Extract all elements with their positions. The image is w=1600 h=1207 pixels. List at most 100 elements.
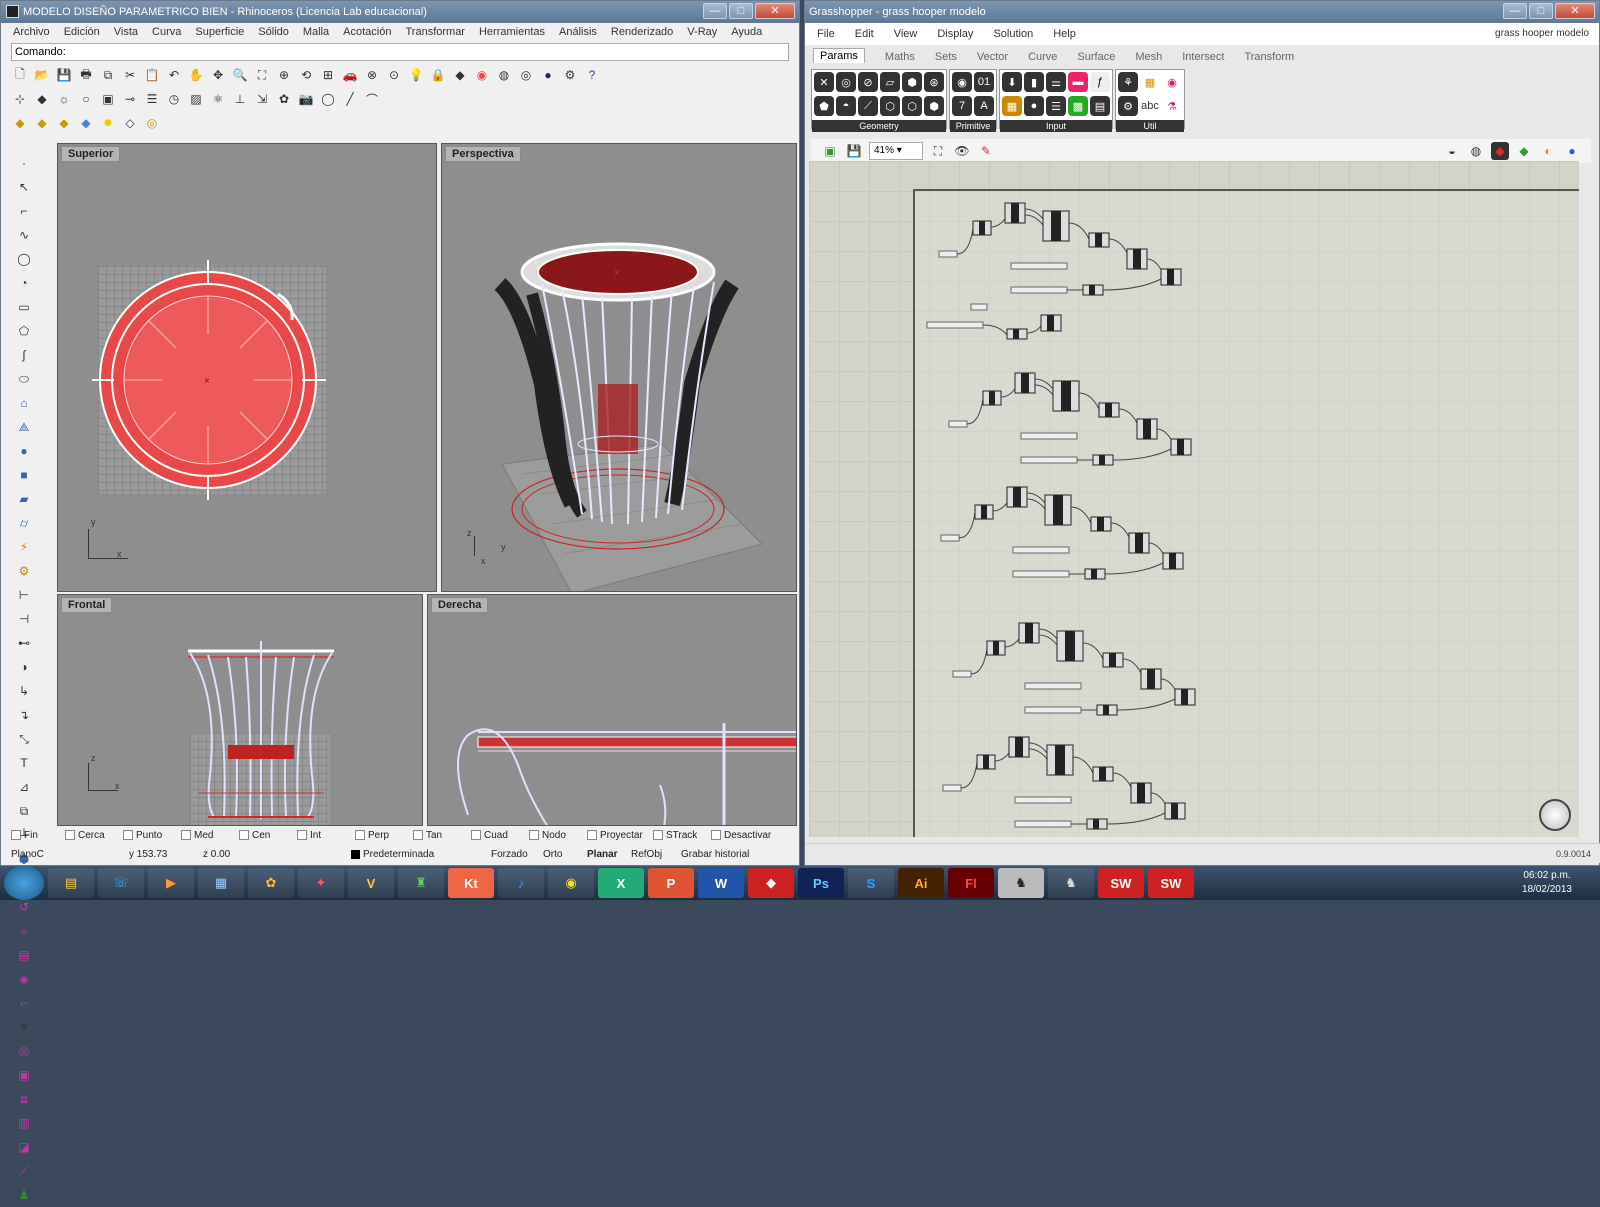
properties-icon[interactable]: ☰ bbox=[143, 90, 161, 108]
trim-icon[interactable]: ⊢ bbox=[15, 586, 33, 604]
vray-sphere-icon[interactable]: ◎ bbox=[143, 114, 161, 132]
taskbar-solidworks-2[interactable]: SW bbox=[1148, 868, 1194, 898]
gh-param-boolean-icon[interactable]: ◉ bbox=[952, 72, 972, 92]
ring-icon[interactable]: ◯ bbox=[319, 90, 337, 108]
gh-input-gradient-icon[interactable]: ▬ bbox=[1068, 72, 1088, 92]
text-icon[interactable]: T bbox=[15, 754, 33, 772]
link-icon[interactable]: ⊸ bbox=[121, 90, 139, 108]
transform-icon[interactable]: ⇲ bbox=[253, 90, 271, 108]
mesh-tool-11-icon[interactable]: ▥ bbox=[15, 1114, 33, 1132]
gh-util-data-icon[interactable]: ⚙ bbox=[1118, 96, 1138, 116]
gh-param-point-icon[interactable]: ⬡ bbox=[902, 96, 922, 116]
gh-util-sketch-icon[interactable]: ◉ bbox=[1162, 72, 1182, 92]
taskbar-media[interactable]: ▶ bbox=[148, 868, 194, 898]
mesh-tool-5-icon[interactable]: ◈ bbox=[15, 970, 33, 988]
gh-param-curve-icon[interactable]: ⊘ bbox=[858, 72, 878, 92]
box-tool-icon[interactable]: ■ bbox=[15, 466, 33, 484]
menu-curva[interactable]: Curva bbox=[152, 23, 181, 41]
taskbar-app-5[interactable]: ✿ bbox=[248, 868, 294, 898]
tab-maths[interactable]: Maths bbox=[885, 51, 915, 63]
viewport-right[interactable]: Derecha bbox=[427, 594, 797, 826]
menu-malla[interactable]: Malla bbox=[303, 23, 329, 41]
gh-input-toggle-icon[interactable]: ▮ bbox=[1024, 72, 1044, 92]
tab-transform[interactable]: Transform bbox=[1244, 51, 1294, 63]
fillet-icon[interactable]: ↳ bbox=[15, 682, 33, 700]
osnap-cerca[interactable]: Cerca bbox=[65, 830, 123, 841]
gh-param-plane-icon[interactable]: ▱ bbox=[880, 72, 900, 92]
gh-param-number-icon[interactable]: 7 bbox=[952, 96, 972, 116]
select-arrow-icon[interactable]: ↖ bbox=[15, 178, 33, 196]
menu-vista[interactable]: Vista bbox=[114, 23, 138, 41]
command-line[interactable]: Comando: bbox=[11, 43, 789, 61]
status-refobj[interactable]: RefObj bbox=[631, 849, 681, 860]
scale-icon[interactable]: ⤡ bbox=[15, 730, 33, 748]
vray-tag-icon[interactable]: ◇ bbox=[121, 114, 139, 132]
gh-preview-eye-icon[interactable]: 👁 bbox=[953, 142, 971, 160]
undo-icon[interactable]: ↶ bbox=[165, 66, 183, 84]
menu-analisis[interactable]: Análisis bbox=[559, 23, 597, 41]
line-icon[interactable]: ╱ bbox=[341, 90, 359, 108]
clock-icon[interactable]: ◷ bbox=[165, 90, 183, 108]
edit-point-icon[interactable]: ⚡ bbox=[15, 538, 33, 556]
polygon-icon[interactable]: ⬠ bbox=[15, 322, 33, 340]
grasshopper-titlebar[interactable]: Grasshopper - grass hooper modelo — □ ✕ bbox=[805, 1, 1599, 23]
viewport-front[interactable]: Frontal z x bbox=[57, 594, 423, 826]
gh-menu-view[interactable]: View bbox=[894, 23, 918, 45]
gh-util-cluster-icon[interactable]: ⚘ bbox=[1118, 72, 1138, 92]
menu-herramientas[interactable]: Herramientas bbox=[479, 23, 545, 41]
gh-menu-display[interactable]: Display bbox=[937, 23, 973, 45]
surface-icon[interactable]: ▨ bbox=[187, 90, 205, 108]
taskbar-itunes[interactable]: ♪ bbox=[498, 868, 544, 898]
boolean-icon[interactable]: ◑ bbox=[15, 658, 33, 676]
cut-icon[interactable]: ✂ bbox=[121, 66, 139, 84]
taskbar-vectorworks[interactable]: V bbox=[348, 868, 394, 898]
mesh-tool-4-icon[interactable]: ▤ bbox=[15, 946, 33, 964]
zoom-extents-icon[interactable]: ⊕ bbox=[275, 66, 293, 84]
osnap-punto[interactable]: Punto bbox=[123, 830, 181, 841]
curve-icon[interactable]: ∿ bbox=[15, 226, 33, 244]
gh-menu-file[interactable]: File bbox=[817, 23, 835, 45]
maximize-button[interactable]: □ bbox=[729, 3, 753, 19]
tab-params[interactable]: Params bbox=[813, 48, 865, 63]
taskbar-app-8[interactable]: ♜ bbox=[398, 868, 444, 898]
gear-tool-icon[interactable]: ⚙ bbox=[15, 562, 33, 580]
osnap-tan[interactable]: Tan bbox=[413, 830, 471, 841]
mesh-tool-3-icon[interactable]: ⟡ bbox=[15, 922, 33, 940]
gh-menu-help[interactable]: Help bbox=[1053, 23, 1076, 45]
gh-util-scribble-icon[interactable]: ▦ bbox=[1140, 72, 1160, 92]
gh-input-matrix-icon[interactable]: ▩ bbox=[1068, 96, 1088, 116]
dimension-icon[interactable]: ⊥ bbox=[231, 90, 249, 108]
layer-icon[interactable]: ◆ bbox=[451, 66, 469, 84]
taskbar-app-kt[interactable]: Kt bbox=[448, 868, 494, 898]
car-icon[interactable]: 🚗 bbox=[341, 66, 359, 84]
gh-util-abc-icon[interactable]: abc bbox=[1140, 96, 1160, 116]
viewport-label-perspective[interactable]: Perspectiva bbox=[445, 146, 521, 162]
join-icon[interactable]: ⊷ bbox=[15, 634, 33, 652]
mesh-tool-2-icon[interactable]: ↺ bbox=[15, 898, 33, 916]
vray-options-icon[interactable]: ◆ bbox=[55, 114, 73, 132]
mesh-tool-14-icon[interactable]: ♟ bbox=[15, 1186, 33, 1204]
help-icon[interactable]: ? bbox=[583, 66, 601, 84]
menu-acotacion[interactable]: Acotación bbox=[343, 23, 391, 41]
taskbar-rhino[interactable]: ♞ bbox=[998, 868, 1044, 898]
gh-zoom-extents-icon[interactable]: ⛶ bbox=[929, 142, 947, 160]
gh-preview-color-icon[interactable]: ◐ bbox=[1539, 142, 1557, 160]
select-icon[interactable]: ⊙ bbox=[385, 66, 403, 84]
analysis-icon[interactable]: ⚛ bbox=[209, 90, 227, 108]
array-icon[interactable]: ⊿ bbox=[15, 778, 33, 796]
mesh-tool-13-icon[interactable]: ⟋ bbox=[15, 1162, 33, 1180]
gh-close-button[interactable]: ✕ bbox=[1555, 3, 1595, 19]
menu-vray[interactable]: V-Ray bbox=[687, 23, 717, 41]
osnap-desactivar[interactable]: Desactivar bbox=[711, 830, 781, 841]
open-file-icon[interactable]: 📂 bbox=[33, 66, 51, 84]
start-button[interactable] bbox=[4, 866, 44, 900]
viewport-label-front[interactable]: Frontal bbox=[61, 597, 113, 613]
taskbar-phone[interactable]: ☏ bbox=[98, 868, 144, 898]
gh-zoom-select[interactable]: 41% ▾ bbox=[869, 142, 923, 160]
zoom-window-icon[interactable]: ⛶ bbox=[253, 66, 271, 84]
taskbar-explorer[interactable]: ▤ bbox=[48, 868, 94, 898]
shaded-icon[interactable]: ◆ bbox=[33, 90, 51, 108]
gh-doc-name[interactable]: grass hooper modelo bbox=[1495, 23, 1589, 45]
gh-preview-selected-icon[interactable]: ◆ bbox=[1515, 142, 1533, 160]
gh-param-brep-icon[interactable]: ⬟ bbox=[814, 96, 834, 116]
